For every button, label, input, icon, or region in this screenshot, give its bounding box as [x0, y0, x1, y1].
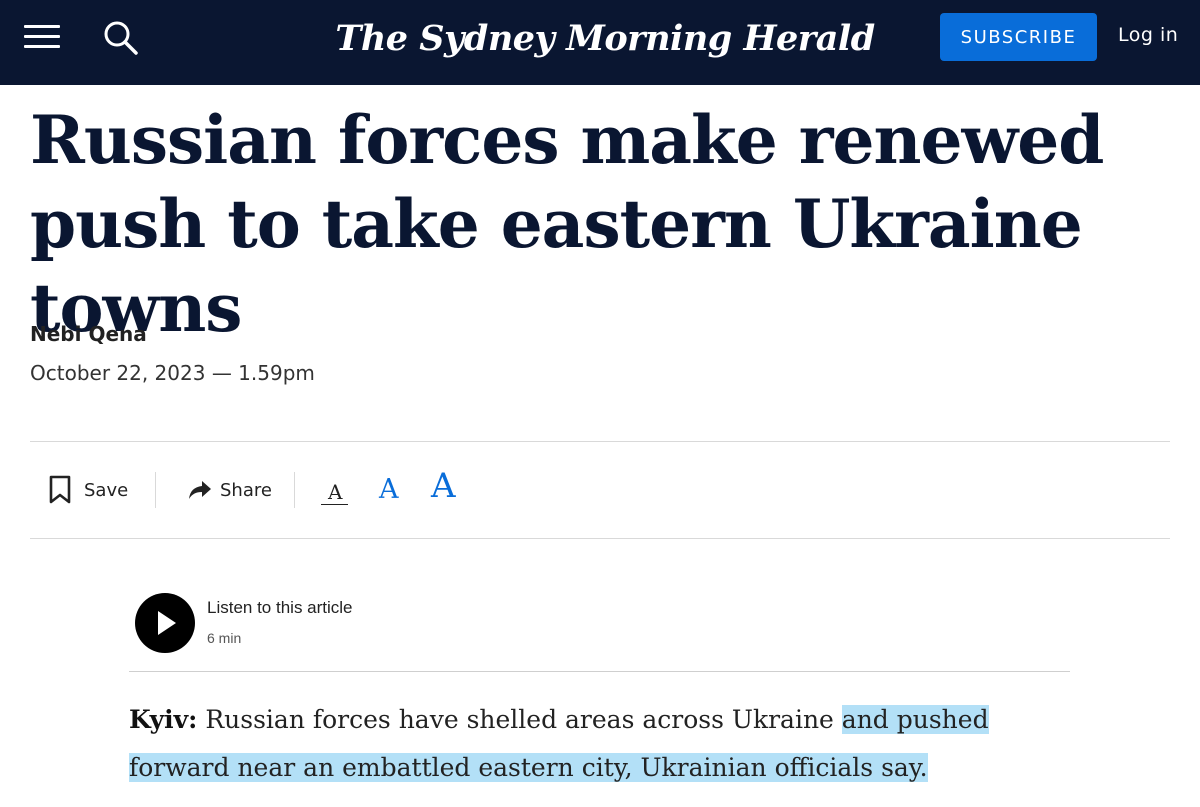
share-arrow-icon — [188, 479, 212, 501]
listen-duration: 6 min — [207, 630, 242, 646]
login-link[interactable]: Log in — [1118, 24, 1178, 46]
save-button[interactable]: Save — [48, 474, 128, 506]
font-size-small-button[interactable]: A — [321, 480, 349, 505]
toolbar-divider — [294, 472, 295, 508]
article-lede: Kyiv: Russian forces have shelled areas … — [129, 696, 1070, 792]
hamburger-menu-icon[interactable] — [24, 22, 62, 52]
share-label: Share — [220, 479, 272, 501]
listen-title: Listen to this article — [207, 598, 353, 617]
play-audio-button[interactable] — [135, 593, 195, 653]
article-headline: Russian forces make renewed push to take… — [30, 101, 1104, 347]
lede-text: Russian forces have shelled areas across… — [197, 705, 842, 734]
share-button[interactable]: Share — [188, 474, 272, 506]
divider — [30, 441, 1170, 442]
publish-date: October 22, 2023 — 1.59pm — [30, 361, 315, 385]
font-size-large-button[interactable]: A — [431, 466, 456, 506]
divider — [129, 671, 1070, 672]
play-icon — [158, 611, 176, 635]
author-name[interactable]: Nebi Qena — [30, 322, 147, 346]
bookmark-icon — [48, 475, 74, 505]
save-label: Save — [84, 479, 129, 501]
font-size-medium-button[interactable]: A — [379, 474, 399, 506]
site-logo[interactable]: The Sydney Morning Herald — [335, 10, 875, 66]
subscribe-button[interactable]: SUBSCRIBE — [940, 13, 1097, 61]
site-header: The Sydney Morning Herald SUBSCRIBE Log … — [0, 0, 1200, 85]
toolbar-divider — [155, 472, 156, 508]
divider — [30, 538, 1170, 539]
search-icon[interactable] — [102, 20, 140, 56]
lede-location: Kyiv: — [129, 705, 198, 734]
